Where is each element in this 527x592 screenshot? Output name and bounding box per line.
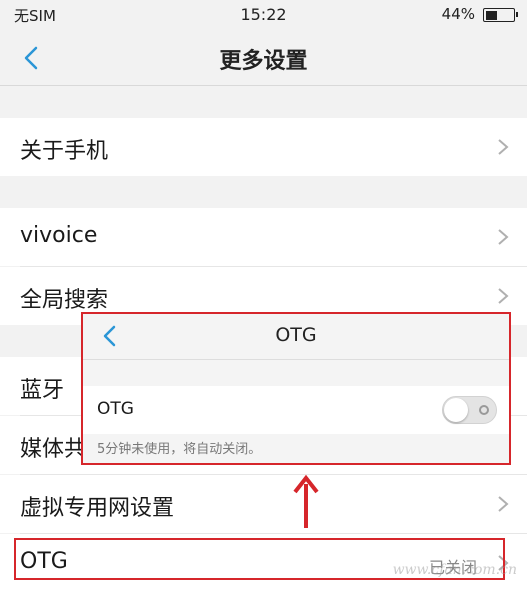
chevron-right-icon [498, 229, 509, 245]
list-item-label: 虚拟专用网设置 [20, 496, 175, 521]
otg-popup-title: OTG [275, 324, 317, 346]
toggle-knob [444, 398, 468, 422]
battery-icon [483, 8, 518, 22]
up-arrow-icon [293, 474, 319, 528]
status-bar: 无SIM 15:22 44% [0, 0, 527, 30]
chevron-right-icon [498, 496, 509, 512]
chevron-right-icon [498, 288, 509, 304]
list-item-vpn-settings[interactable]: 虚拟专用网设置 [0, 475, 527, 533]
otg-popup: OTG OTG 5分钟未使用，将自动关闭。 [81, 312, 511, 465]
list-item-label: OTG [20, 549, 68, 574]
page-title: 更多设置 [219, 49, 308, 74]
list-item-vivoice[interactable]: vivoice [0, 208, 527, 266]
list-item-label: 媒体共 [20, 437, 87, 462]
list-item-about-phone[interactable]: 关于手机 [0, 118, 527, 176]
chevron-right-icon [498, 139, 509, 155]
toggle-off-indicator-icon [479, 405, 489, 415]
list-item-label: 蓝牙 [20, 378, 65, 403]
battery-percent: 44% [441, 5, 475, 23]
list-item-label: 关于手机 [20, 139, 109, 164]
otg-toggle-row: OTG [83, 386, 509, 434]
list-item-label: vivoice [20, 223, 98, 248]
otg-toggle-switch[interactable] [442, 396, 497, 424]
otg-toggle-label: OTG [97, 399, 134, 419]
list-item-label: 全局搜索 [20, 288, 109, 313]
otg-hint-text: 5分钟未使用，将自动关闭。 [97, 442, 262, 457]
otg-popup-nav: OTG [83, 314, 509, 360]
navigation-bar: 更多设置 [0, 30, 527, 86]
watermark: www.cfan.com.cn [392, 562, 517, 578]
